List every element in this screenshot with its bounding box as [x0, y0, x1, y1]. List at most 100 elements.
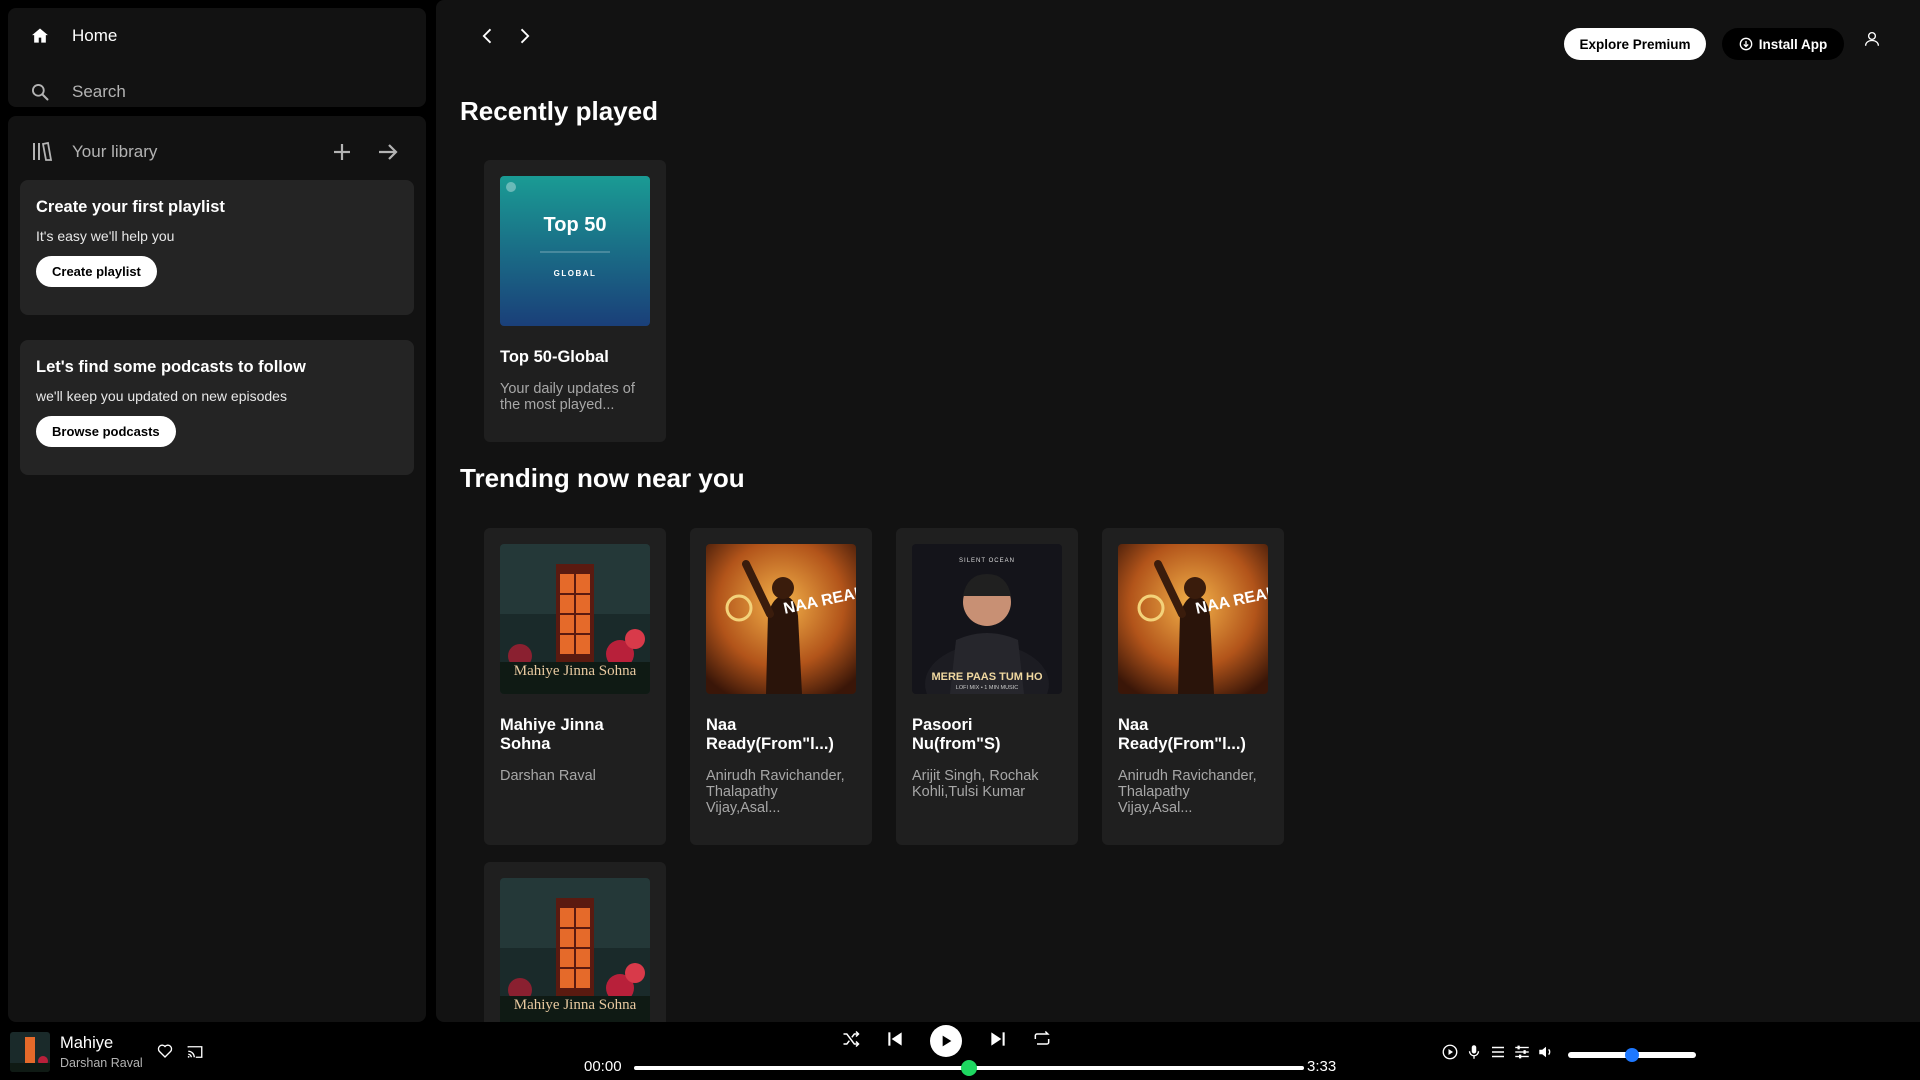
repeat-button[interactable] — [1029, 1023, 1055, 1055]
create-playlist-button[interactable]: Create playlist — [36, 256, 157, 287]
main-content: Explore Premium Install App Recently pla… — [436, 0, 1920, 1022]
track-cover: NAA READY — [1118, 544, 1268, 694]
expand-library-button[interactable] — [374, 138, 402, 166]
install-app-button[interactable]: Install App — [1722, 28, 1844, 60]
cover-subtitle: LOFI MIX • 1 MIN MUSIC — [956, 685, 1018, 691]
track-card[interactable]: SILENT OCEAN MERE PAAS TUM HO LOFI MIX •… — [896, 528, 1078, 845]
arrow-right-icon — [379, 144, 398, 160]
card-subtitle: Anirudh Ravichander, Thalapathy Vijay,As… — [706, 768, 845, 816]
skip-back-icon — [888, 1032, 902, 1046]
sidebar-nav: Home Search — [8, 8, 426, 107]
promo-title: Create your first playlist — [36, 198, 225, 216]
now-playing-view-button[interactable] — [1440, 1042, 1460, 1062]
track-card[interactable]: NAA READY Naa Ready(From"l...) Anirudh R… — [690, 528, 872, 845]
card-title: Naa Ready(From"l...) — [1118, 716, 1246, 753]
podcasts-promo: Let's find some podcasts to follow we'll… — [20, 340, 414, 475]
cover-title: Mahiye Jinna Sohna — [514, 663, 637, 679]
cast-icon — [187, 1046, 203, 1058]
chevron-left-icon — [482, 28, 492, 44]
explore-premium-button[interactable]: Explore Premium — [1564, 28, 1706, 60]
card-title: Mahiye Jinna Sohna — [500, 716, 604, 753]
now-playing-title[interactable]: Mahiye — [60, 1034, 113, 1053]
promo-text: we'll keep you updated on new episodes — [36, 388, 287, 404]
previous-button[interactable] — [882, 1023, 908, 1055]
skip-forward-icon — [991, 1032, 1005, 1046]
shuffle-button[interactable] — [838, 1023, 864, 1055]
trending-title[interactable]: Trending now near you — [460, 463, 745, 494]
heart-icon — [157, 1044, 173, 1058]
track-cover: Mahiye Jinna Sohna — [500, 878, 650, 1022]
library-header: Your library — [30, 136, 402, 168]
cover-label: SILENT OCEAN — [959, 558, 1015, 564]
create-button[interactable] — [328, 138, 356, 166]
card-subtitle: Darshan Raval — [500, 768, 596, 784]
promo-title: Let's find some podcasts to follow — [36, 358, 306, 376]
volume-handle[interactable] — [1625, 1048, 1639, 1062]
sidebar-item-search[interactable]: Search — [30, 82, 126, 102]
card-subtitle: Your daily updates of the most played... — [500, 381, 635, 413]
lyrics-button[interactable] — [1464, 1042, 1484, 1062]
repeat-icon — [1034, 1030, 1050, 1045]
cover-subtitle: GLOBAL — [554, 269, 597, 278]
card-title: Pasoori Nu(from"S) — [912, 716, 1001, 753]
sidebar-item-label: Home — [72, 26, 118, 45]
cover-title: MERE PAAS TUM HO — [931, 671, 1042, 683]
forward-button[interactable] — [512, 24, 536, 48]
chevron-right-icon — [520, 28, 530, 44]
sidebar-item-label: Search — [72, 82, 126, 101]
home-icon — [32, 28, 48, 43]
install-app-label: Install App — [1758, 36, 1828, 52]
progress-bar[interactable] — [634, 1060, 1304, 1076]
back-button[interactable] — [476, 24, 500, 48]
playlist-cover: Top 50 GLOBAL — [500, 176, 650, 326]
user-profile-button[interactable] — [1860, 26, 1884, 52]
cast-button[interactable] — [186, 1043, 206, 1063]
sidebar-item-home[interactable]: Home — [30, 26, 117, 46]
library-icon — [33, 141, 53, 161]
total-time: 3:33 — [1307, 1058, 1337, 1075]
sliders-icon — [1515, 1045, 1529, 1059]
microphone-icon — [1468, 1045, 1480, 1059]
progress-handle[interactable] — [961, 1060, 977, 1076]
history-nav — [476, 24, 536, 48]
like-button[interactable] — [156, 1042, 176, 1062]
cover-title: Top 50 — [544, 214, 607, 236]
user-icon — [1864, 31, 1880, 46]
play-icon — [942, 1035, 952, 1047]
volume-button[interactable] — [1536, 1042, 1556, 1062]
track-cover: NAA READY — [706, 544, 856, 694]
create-playlist-promo: Create your first playlist It's easy we'… — [20, 180, 414, 315]
cover-title: Mahiye Jinna Sohna — [514, 997, 637, 1013]
browse-podcasts-button[interactable]: Browse podcasts — [36, 416, 176, 447]
queue-button[interactable] — [1488, 1042, 1508, 1062]
library-button[interactable]: Your library — [30, 140, 157, 164]
shuffle-icon — [843, 1030, 860, 1048]
track-card[interactable]: NAA READY Naa Ready(From"l...) Anirudh R… — [1102, 528, 1284, 845]
track-card[interactable]: Mahiye Jinna Sohna — [484, 862, 666, 1022]
plus-icon — [334, 144, 350, 160]
volume-icon — [1539, 1046, 1551, 1058]
now-playing-cover[interactable] — [10, 1032, 50, 1072]
card-title: Top 50-Global — [500, 348, 609, 366]
promo-text: It's easy we'll help you — [36, 228, 175, 244]
recently-played-title[interactable]: Recently played — [460, 96, 658, 127]
track-cover: SILENT OCEAN MERE PAAS TUM HO LOFI MIX •… — [912, 544, 1062, 694]
next-button[interactable] — [985, 1023, 1011, 1055]
queue-icon — [1492, 1046, 1504, 1058]
download-circle-icon — [1739, 37, 1753, 51]
card-title: Naa Ready(From"l...) — [706, 716, 834, 753]
playlist-card[interactable]: Top 50 GLOBAL Top 50-Global Your daily u… — [484, 160, 666, 442]
library-panel: Your library Create your first playlist … — [8, 116, 426, 1022]
library-title: Your library — [72, 142, 158, 161]
track-cover: Mahiye Jinna Sohna — [500, 544, 650, 694]
track-card[interactable]: Mahiye Jinna Sohna Mahiye Jinna Sohna Da… — [484, 528, 666, 845]
player-bar: Mahiye Darshan Raval 00:00 3:33 — [0, 1022, 1920, 1080]
card-subtitle: Anirudh Ravichander, Thalapathy Vijay,As… — [1118, 768, 1257, 816]
play-button[interactable] — [930, 1025, 962, 1057]
play-circle-icon — [1442, 1044, 1458, 1060]
equalizer-button[interactable] — [1512, 1042, 1532, 1062]
search-icon — [32, 84, 49, 101]
card-subtitle: Arijit Singh, Rochak Kohli,Tulsi Kumar — [912, 768, 1039, 800]
now-playing-artist[interactable]: Darshan Raval — [60, 1056, 143, 1070]
volume-slider[interactable] — [1568, 1048, 1696, 1062]
